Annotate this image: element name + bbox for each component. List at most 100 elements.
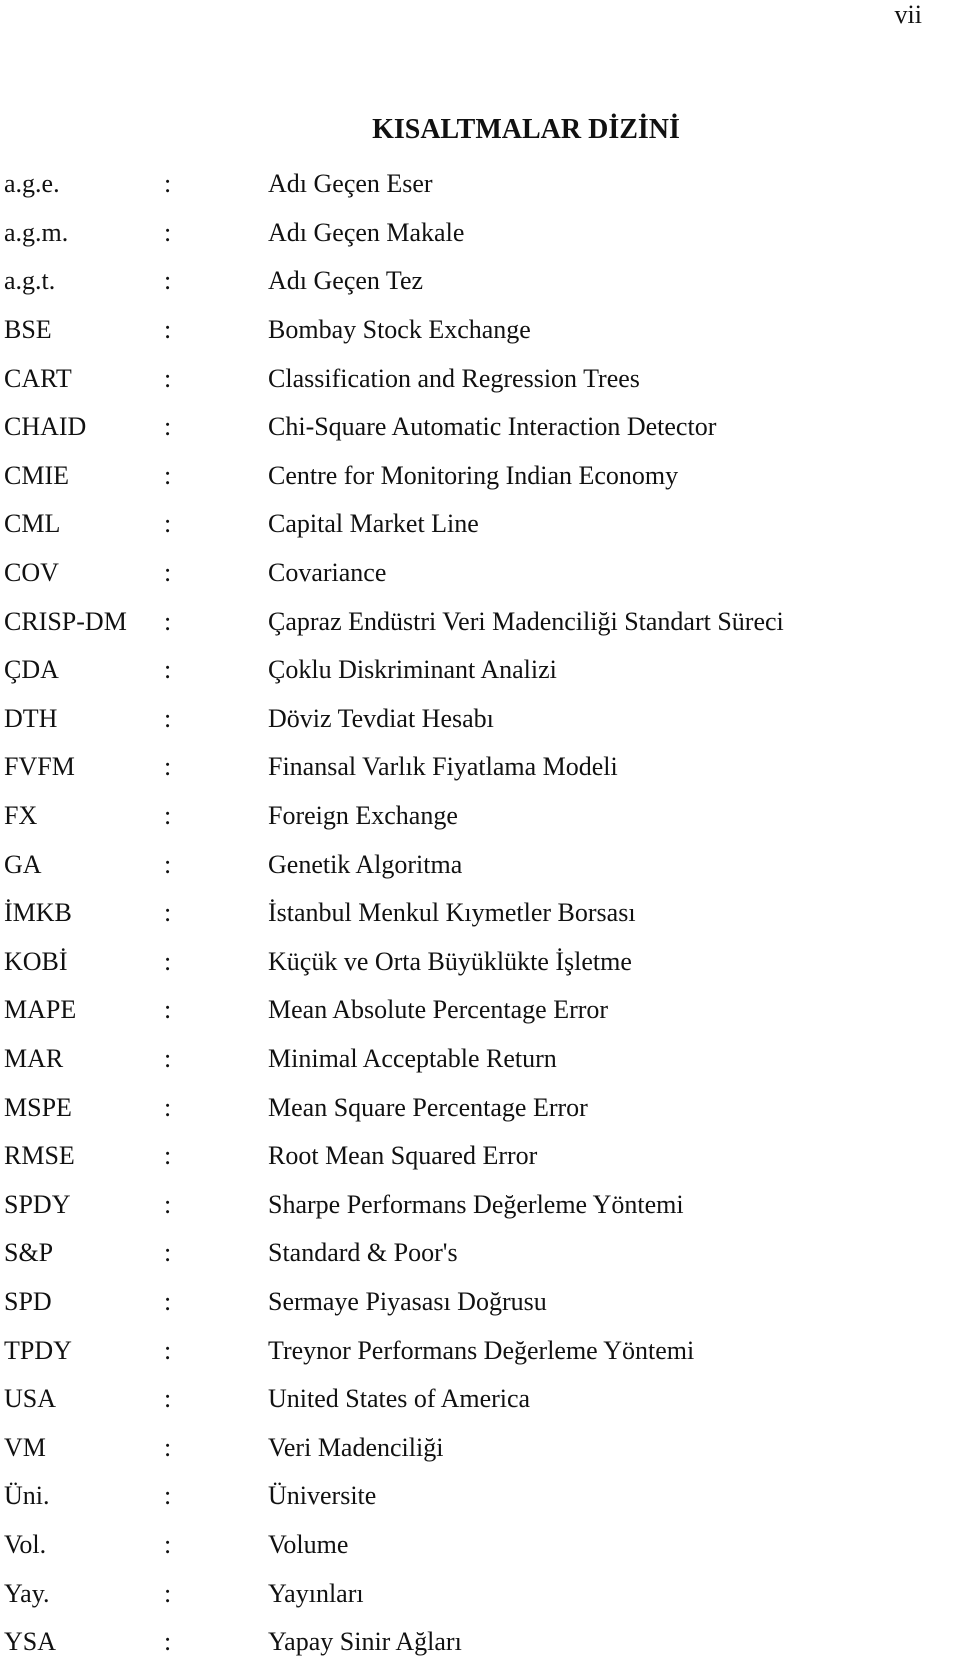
- definition: Bombay Stock Exchange: [268, 315, 531, 345]
- abbreviation-row: SPD: Sermaye Piyasası Doğrusu: [4, 1278, 944, 1327]
- abbreviation-row: BSE: Bombay Stock Exchange: [4, 306, 944, 355]
- abbreviation: GA: [4, 849, 42, 879]
- abbreviation: TPDY: [4, 1335, 72, 1365]
- abbreviation-row: MSPE: Mean Square Percentage Error: [4, 1083, 944, 1132]
- page-title: KISALTMALAR DİZİNİ: [372, 114, 680, 145]
- abbreviation: COV: [4, 558, 59, 588]
- definition: Yapay Sinir Ağları: [268, 1627, 462, 1657]
- abbreviation-row: Vol.: Volume: [4, 1521, 944, 1570]
- definition: Çapraz Endüstri Veri Madenciliği Standar…: [268, 606, 784, 636]
- separator: :: [164, 1189, 172, 1219]
- abbreviation-row: CART: Classification and Regression Trees: [4, 354, 944, 403]
- definition: Küçük ve Orta Büyüklükte İşletme: [268, 946, 632, 976]
- abbreviation-row: SPDY: Sharpe Performans Değerleme Yöntemi: [4, 1180, 944, 1229]
- abbreviation-row: CHAID: Chi-Square Automatic Interaction D…: [4, 403, 944, 452]
- abbreviation: İMKB: [4, 898, 72, 928]
- separator: :: [164, 1529, 172, 1559]
- abbreviation-row: RMSE: Root Mean Squared Error: [4, 1132, 944, 1181]
- definition: Capital Market Line: [268, 509, 479, 539]
- definition: Chi-Square Automatic Interaction Detecto…: [268, 412, 717, 442]
- definition: Root Mean Squared Error: [268, 1141, 538, 1171]
- definition: Covariance: [268, 558, 387, 588]
- separator: :: [164, 1092, 172, 1122]
- abbreviation: CHAID: [4, 412, 87, 442]
- abbreviation: VM: [4, 1432, 46, 1462]
- abbreviation: YSA: [4, 1627, 57, 1657]
- abbreviation-row: Üni.: Üniversite: [4, 1472, 944, 1521]
- abbreviation-row: COV: Covariance: [4, 549, 944, 598]
- abbreviation: ÇDA: [4, 655, 59, 685]
- separator: :: [164, 1238, 172, 1268]
- separator: :: [164, 558, 172, 588]
- definition: Adı Geçen Makale: [268, 217, 465, 247]
- abbreviation: CML: [4, 509, 61, 539]
- separator: :: [164, 1432, 172, 1462]
- separator: :: [164, 1141, 172, 1171]
- definition: Sharpe Performans Değerleme Yöntemi: [268, 1189, 684, 1219]
- definition: Foreign Exchange: [268, 801, 458, 831]
- separator: :: [164, 995, 172, 1025]
- abbreviation: SPD: [4, 1286, 52, 1316]
- abbreviation: SPDY: [4, 1189, 71, 1219]
- abbreviation-row: a.g.m.: Adı Geçen Makale: [4, 209, 944, 258]
- abbreviation-row: DTH: Döviz Tevdiat Hesabı: [4, 695, 944, 744]
- abbreviation: Yay.: [4, 1578, 50, 1608]
- page-number: vii: [894, 0, 922, 29]
- definition: Mean Square Percentage Error: [268, 1092, 588, 1122]
- abbreviation: Vol.: [4, 1529, 47, 1559]
- abbreviation-row: a.g.t.: Adı Geçen Tez: [4, 257, 944, 306]
- abbreviation: USA: [4, 1384, 57, 1414]
- separator: :: [164, 1286, 172, 1316]
- separator: :: [164, 1335, 172, 1365]
- abbreviation-row: Yay.: Yayınları: [4, 1569, 944, 1618]
- separator: :: [164, 703, 172, 733]
- abbreviation-row: CMIE: Centre for Monitoring Indian Econom…: [4, 452, 944, 501]
- definition: Üniversite: [268, 1481, 377, 1511]
- separator: :: [164, 606, 172, 636]
- abbreviation: FVFM: [4, 752, 75, 782]
- separator: :: [164, 509, 172, 539]
- definition: Adı Geçen Tez: [268, 266, 424, 296]
- separator: :: [164, 266, 172, 296]
- separator: :: [164, 1043, 172, 1073]
- definition: Genetik Algoritma: [268, 849, 463, 879]
- definition: Volume: [268, 1529, 349, 1559]
- definition: Sermaye Piyasası Doğrusu: [268, 1286, 547, 1316]
- abbreviation-row: a.g.e.: Adı Geçen Eser: [4, 160, 944, 209]
- abbreviation-list: a.g.e.: Adı Geçen Eser a.g.m.: Adı Geçen Ma…: [4, 160, 944, 1666]
- abbreviation-row: MAR: Minimal Acceptable Return: [4, 1035, 944, 1084]
- definition: Standard & Poor's: [268, 1238, 458, 1268]
- definition: Çoklu Diskriminant Analizi: [268, 655, 557, 685]
- definition: Veri Madenciliği: [268, 1432, 444, 1462]
- definition: Classification and Regression Trees: [268, 363, 640, 393]
- abbreviation-row: CML: Capital Market Line: [4, 500, 944, 549]
- abbreviation-row: VM: Veri Madenciliği: [4, 1423, 944, 1472]
- separator: :: [164, 1481, 172, 1511]
- separator: :: [164, 460, 172, 490]
- definition: Yayınları: [268, 1578, 364, 1608]
- separator: :: [164, 1627, 172, 1657]
- abbreviation-row: FVFM: Finansal Varlık Fiyatlama Modeli: [4, 743, 944, 792]
- separator: :: [164, 217, 172, 247]
- abbreviation: BSE: [4, 315, 52, 345]
- abbreviation-row: ÇDA: Çoklu Diskriminant Analizi: [4, 646, 944, 695]
- separator: :: [164, 849, 172, 879]
- abbreviation: RMSE: [4, 1141, 75, 1171]
- abbreviation-row: CRISP-DM: Çapraz Endüstri Veri Madenciliğ…: [4, 597, 944, 646]
- abbreviation-row: KOBİ: Küçük ve Orta Büyüklükte İşletme: [4, 938, 944, 987]
- abbreviation-row: TPDY: Treynor Performans Değerleme Yöntem…: [4, 1326, 944, 1375]
- abbreviation: Üni.: [4, 1481, 50, 1511]
- separator: :: [164, 655, 172, 685]
- abbreviation: MSPE: [4, 1092, 72, 1122]
- abbreviation: S&P: [4, 1238, 54, 1268]
- separator: :: [164, 363, 172, 393]
- abbreviation: MAR: [4, 1043, 64, 1073]
- abbreviation-row: USA: United States of America: [4, 1375, 944, 1424]
- definition: Treynor Performans Değerleme Yöntemi: [268, 1335, 695, 1365]
- definition: Mean Absolute Percentage Error: [268, 995, 609, 1025]
- separator: :: [164, 752, 172, 782]
- definition: İstanbul Menkul Kıymetler Borsası: [268, 898, 636, 928]
- definition: Minimal Acceptable Return: [268, 1043, 557, 1073]
- separator: :: [164, 1384, 172, 1414]
- abbreviation: CMIE: [4, 460, 69, 490]
